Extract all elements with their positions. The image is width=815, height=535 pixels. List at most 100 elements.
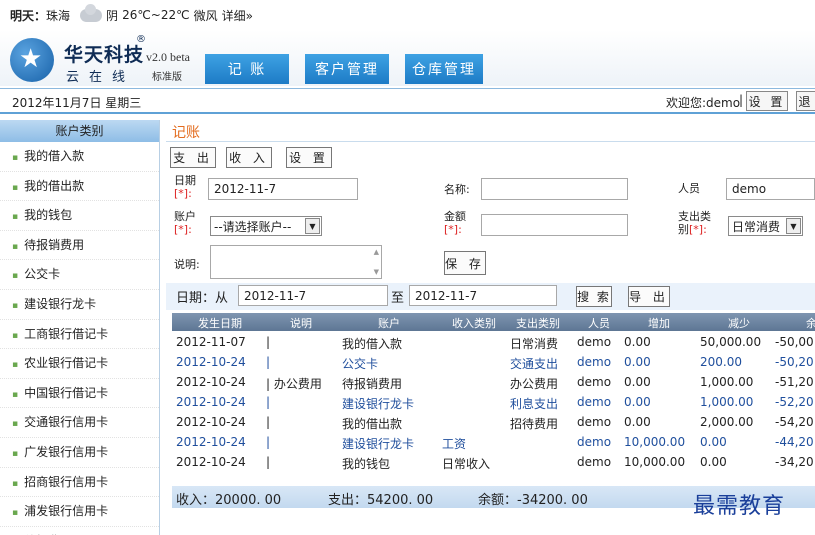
cell-sub: 0.00 bbox=[700, 455, 727, 469]
sidebar-item[interactable]: 浦发银行信用卡 bbox=[0, 497, 159, 527]
chevron-down-icon[interactable]: ▼ bbox=[786, 218, 801, 234]
amount-input[interactable] bbox=[481, 214, 628, 236]
note-textarea[interactable]: ▲ ▼ bbox=[210, 245, 382, 279]
cell-sub: 0.00 bbox=[700, 435, 727, 449]
brand-edition: 标准版 bbox=[152, 72, 182, 83]
sidebar-item[interactable]: 工商银行借记卡 bbox=[0, 320, 159, 350]
weather-condition: 阴 bbox=[106, 8, 119, 23]
cell-person: demo bbox=[577, 435, 612, 449]
cell-account: 建设银行龙卡 bbox=[342, 397, 415, 411]
cell-date: 2012-11-07 bbox=[176, 335, 246, 349]
table-row[interactable]: 2012-10-24 | 建设银行龙卡 利息支出 demo 0.00 1,000.00 -52… bbox=[172, 392, 815, 412]
to-date-input[interactable]: 2012-11-7 bbox=[409, 285, 557, 306]
sidebar-item[interactable]: 公交卡 bbox=[0, 260, 159, 290]
date-input[interactable]: 2012-11-7 bbox=[208, 178, 358, 200]
table-row[interactable]: 2012-10-24 | 建设银行龙卡 工资 demo 10,000.00 0.00 -44,… bbox=[172, 432, 815, 452]
cell-person: demo bbox=[577, 455, 612, 469]
cell-bal: -34,20 bbox=[775, 455, 814, 469]
col-date: 发生日期 bbox=[198, 317, 242, 330]
separator: | bbox=[739, 93, 744, 107]
col-balance: 余 bbox=[806, 317, 815, 330]
income-button[interactable]: 收 入 bbox=[226, 147, 272, 168]
cell-bal: -50,20 bbox=[775, 355, 814, 369]
date-bar: 2012年11月7日 星期三 欢迎您:demo | 设 置 退 bbox=[0, 88, 815, 114]
col-expense-type: 支出类别 bbox=[516, 317, 560, 330]
amount-label: 金额 [*]: bbox=[444, 210, 466, 236]
col-account: 账户 bbox=[378, 317, 400, 330]
table-row[interactable]: 2012-10-24 | 办公费用 待报销费用 办公费用 demo 0.00 1,000.0… bbox=[172, 372, 815, 392]
expense-type-label: 支出类 别[*]: bbox=[678, 210, 711, 236]
page-title: 记账 bbox=[172, 125, 200, 141]
account-label: 账户 [*]: bbox=[174, 210, 196, 236]
cell-bal: -44,20 bbox=[775, 435, 814, 449]
sidebar-item[interactable]: 待报销费用 bbox=[0, 231, 159, 261]
cell-income: 日常收入 bbox=[442, 457, 491, 471]
cell-note: | bbox=[266, 455, 271, 469]
note-label: 说明: bbox=[174, 258, 200, 271]
cell-note: | bbox=[266, 355, 271, 369]
sidebar-item[interactable]: 交通银行信用卡 bbox=[0, 408, 159, 438]
cell-expense: 办公费用 bbox=[510, 377, 559, 391]
cell-add: 0.00 bbox=[624, 375, 651, 389]
sidebar-item[interactable]: 我的借出款 bbox=[0, 172, 159, 202]
table-row[interactable]: 2012-10-24 | 我的钱包 日常收入 demo 10,000.00 0.00 -34,… bbox=[172, 452, 815, 472]
name-input[interactable] bbox=[481, 178, 628, 200]
tab-bookkeeping[interactable]: 记 账 bbox=[205, 54, 289, 84]
chevron-down-icon[interactable]: ▼ bbox=[305, 218, 320, 234]
cell-person: demo bbox=[577, 355, 612, 369]
sidebar-item[interactable]: 我的借入款 bbox=[0, 142, 159, 172]
weather-bar: 明天： 珠海 阴 26℃~22℃ 微风 详细» bbox=[0, 0, 815, 30]
cell-bal: -50,00 bbox=[775, 335, 814, 349]
tab-warehouse[interactable]: 仓库管理 bbox=[405, 54, 483, 84]
sidebar-item[interactable]: 建设银行龙卡 bbox=[0, 290, 159, 320]
cell-date: 2012-10-24 bbox=[176, 435, 246, 449]
cell-person: demo bbox=[577, 415, 612, 429]
person-label: 人员 bbox=[678, 182, 700, 195]
cell-add: 0.00 bbox=[624, 355, 651, 369]
from-date-input[interactable]: 2012-11-7 bbox=[238, 285, 388, 306]
export-button[interactable]: 导 出 bbox=[628, 286, 670, 307]
cell-bal: -54,20 bbox=[775, 415, 814, 429]
cell-note: | bbox=[266, 335, 271, 349]
summary-balance: 余额：-34200. 00 bbox=[478, 493, 588, 508]
from-label: 日期：从 bbox=[176, 291, 229, 306]
cell-add: 10,000.00 bbox=[624, 435, 686, 449]
sidebar-item[interactable]: 待报费用 bbox=[0, 527, 159, 535]
sidebar-item[interactable]: 我的钱包 bbox=[0, 201, 159, 231]
cell-add: 0.00 bbox=[624, 395, 651, 409]
summary-expense: 支出：54200. 00 bbox=[328, 493, 434, 508]
scroll-up-icon[interactable]: ▲ bbox=[374, 248, 379, 256]
table-row[interactable]: 2012-10-24 | 我的借出款 招待费用 demo 0.00 2,000.00 -54,… bbox=[172, 412, 815, 432]
person-input[interactable]: demo bbox=[726, 178, 815, 200]
expense-button[interactable]: 支 出 bbox=[170, 147, 216, 168]
section-header: 记账 bbox=[166, 120, 815, 142]
sidebar-item[interactable]: 招商银行信用卡 bbox=[0, 468, 159, 498]
cell-note: | bbox=[266, 435, 271, 449]
settings-button[interactable]: 设 置 bbox=[746, 91, 788, 111]
name-label: 名称: bbox=[444, 183, 470, 196]
table-row[interactable]: 2012-11-07 | 我的借入款 日常消费 demo 0.00 50,000.00 -50… bbox=[172, 332, 815, 352]
weather-wind: 微风 bbox=[193, 8, 218, 23]
cell-note: | bbox=[266, 395, 271, 409]
cell-date: 2012-10-24 bbox=[176, 455, 246, 469]
account-select[interactable]: --请选择账户-- ▼ bbox=[210, 216, 322, 236]
brand-registered: ® bbox=[136, 34, 146, 45]
sidebar-item[interactable]: 农业银行借记卡 bbox=[0, 349, 159, 379]
expense-type-select[interactable]: 日常消费 ▼ bbox=[728, 216, 803, 236]
setup-button[interactable]: 设 置 bbox=[286, 147, 332, 168]
logout-button[interactable]: 退 bbox=[796, 91, 815, 111]
sidebar-item[interactable]: 中国银行借记卡 bbox=[0, 379, 159, 409]
scroll-down-icon[interactable]: ▼ bbox=[374, 268, 379, 276]
to-label: 至 bbox=[391, 291, 405, 306]
tab-customers[interactable]: 客户管理 bbox=[305, 54, 389, 84]
welcome-text: 欢迎您:demo bbox=[666, 96, 741, 110]
weather-detail-link[interactable]: 详细» bbox=[222, 7, 253, 24]
cell-account: 我的钱包 bbox=[342, 457, 391, 471]
cell-date: 2012-10-24 bbox=[176, 395, 246, 409]
search-button[interactable]: 搜 索 bbox=[576, 286, 612, 307]
sidebar-item[interactable]: 广发银行信用卡 bbox=[0, 438, 159, 468]
table-row[interactable]: 2012-10-24 | 公交卡 交通支出 demo 0.00 200.00 -50,20 bbox=[172, 352, 815, 372]
summary-income: 收入：20000. 00 bbox=[176, 493, 282, 508]
cell-person: demo bbox=[577, 335, 612, 349]
save-button[interactable]: 保 存 bbox=[444, 251, 486, 275]
